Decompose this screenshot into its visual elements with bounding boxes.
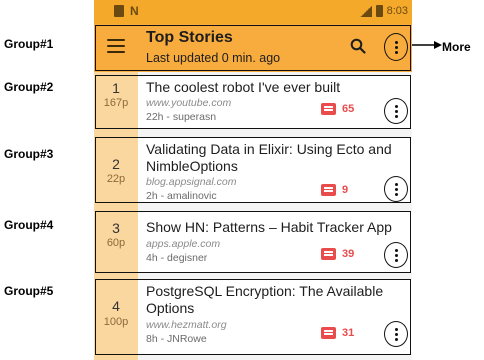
- group-label-5: Group#5: [4, 284, 54, 298]
- group-label-1: Group#1: [4, 37, 54, 51]
- notification-n-icon: N: [130, 4, 139, 18]
- group-box-1: [95, 25, 411, 71]
- sim-card-icon: [114, 5, 124, 17]
- group-label-2: Group#2: [4, 80, 54, 94]
- status-time: 8:03: [386, 5, 408, 17]
- group-box-4: [95, 211, 411, 273]
- group-box-5: [95, 279, 411, 355]
- battery-icon: [375, 5, 383, 17]
- annotated-screenshot: Group#1 Group#2 Group#3 Group#4 Group#5 …: [0, 0, 484, 360]
- signal-icon: [359, 5, 372, 17]
- group-label-4: Group#4: [4, 218, 54, 232]
- arrow-right-icon: [412, 41, 442, 49]
- group-box-2: [95, 75, 411, 129]
- group-box-3: [95, 137, 411, 203]
- group-label-3: Group#3: [4, 147, 54, 161]
- more-annotation-label: More: [442, 40, 471, 54]
- status-bar: N 8:03: [94, 0, 412, 24]
